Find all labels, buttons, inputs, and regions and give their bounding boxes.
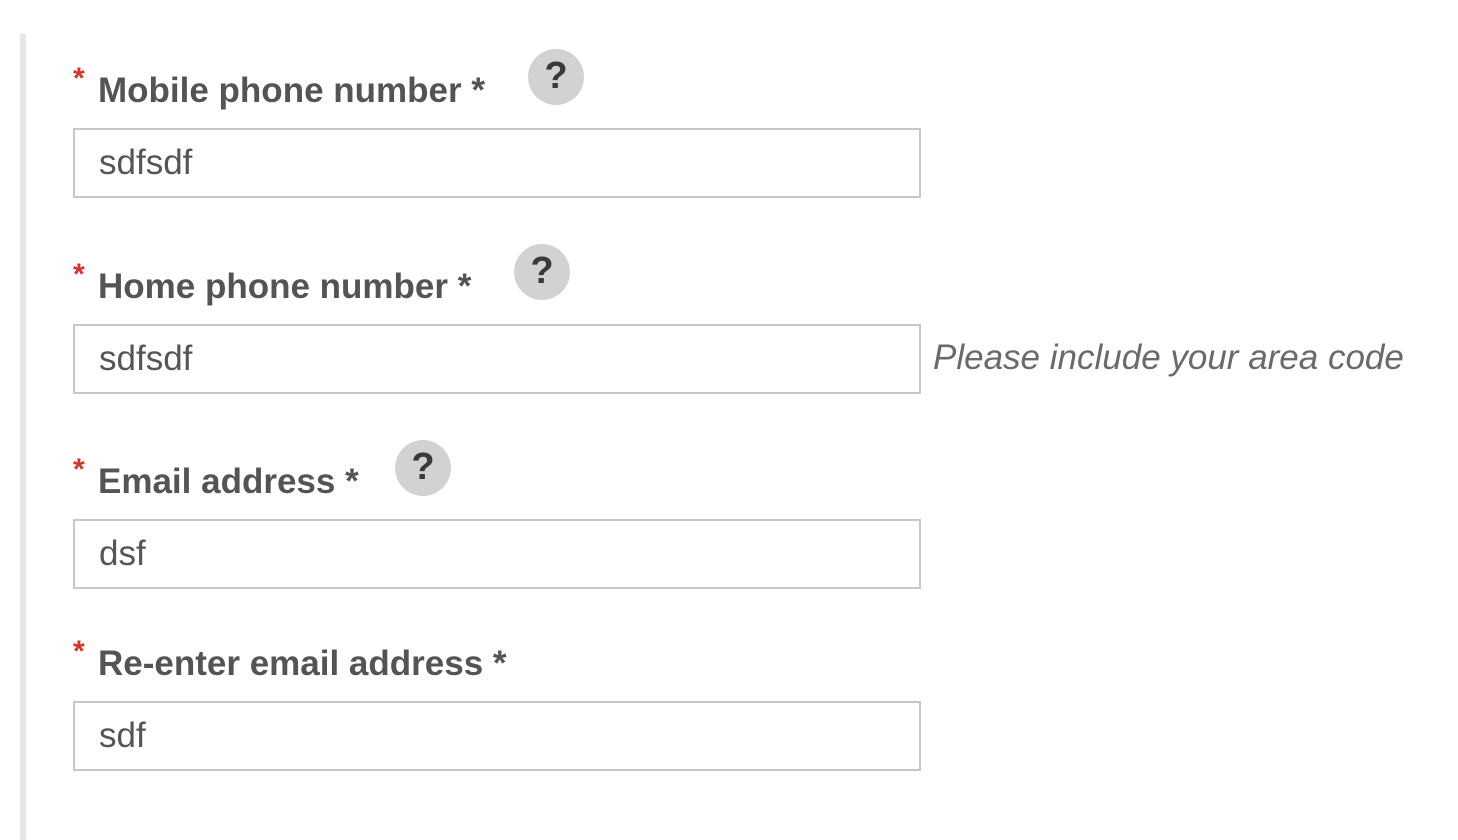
email-label: Email address * bbox=[98, 462, 359, 501]
question-mark-icon[interactable]: ? bbox=[395, 440, 451, 496]
required-marker: * bbox=[73, 62, 85, 95]
reenter-email-label-row: * Re-enter email address * bbox=[73, 635, 1453, 695]
home-phone-label-row: * Home phone number * ? bbox=[73, 244, 1453, 318]
required-marker: * bbox=[73, 453, 85, 486]
email-label-row: * Email address * ? bbox=[73, 440, 1453, 513]
mobile-phone-label-row: * Mobile phone number * ? bbox=[73, 49, 1453, 122]
required-marker: * bbox=[73, 258, 85, 291]
mobile-phone-field: * Mobile phone number * ? bbox=[73, 49, 1453, 198]
email-input[interactable] bbox=[73, 519, 921, 589]
mobile-phone-label: Mobile phone number * bbox=[98, 71, 485, 110]
required-marker: * bbox=[73, 635, 85, 668]
contact-details-form: * Mobile phone number * ? * Home phone n… bbox=[0, 0, 1458, 840]
email-field: * Email address * ? bbox=[73, 440, 1453, 589]
left-border-rule bbox=[20, 34, 26, 840]
reenter-email-input[interactable] bbox=[73, 701, 921, 771]
home-phone-field: * Home phone number * ? Please include y… bbox=[73, 244, 1453, 394]
reenter-email-field: * Re-enter email address * bbox=[73, 635, 1453, 771]
reenter-email-label: Re-enter email address * bbox=[98, 644, 507, 683]
home-phone-input[interactable] bbox=[73, 324, 921, 394]
question-mark-icon[interactable]: ? bbox=[528, 49, 584, 105]
question-mark-icon[interactable]: ? bbox=[514, 244, 570, 300]
home-phone-label: Home phone number * bbox=[98, 267, 472, 306]
area-code-hint: Please include your area code bbox=[933, 338, 1404, 377]
mobile-phone-input[interactable] bbox=[73, 128, 921, 198]
